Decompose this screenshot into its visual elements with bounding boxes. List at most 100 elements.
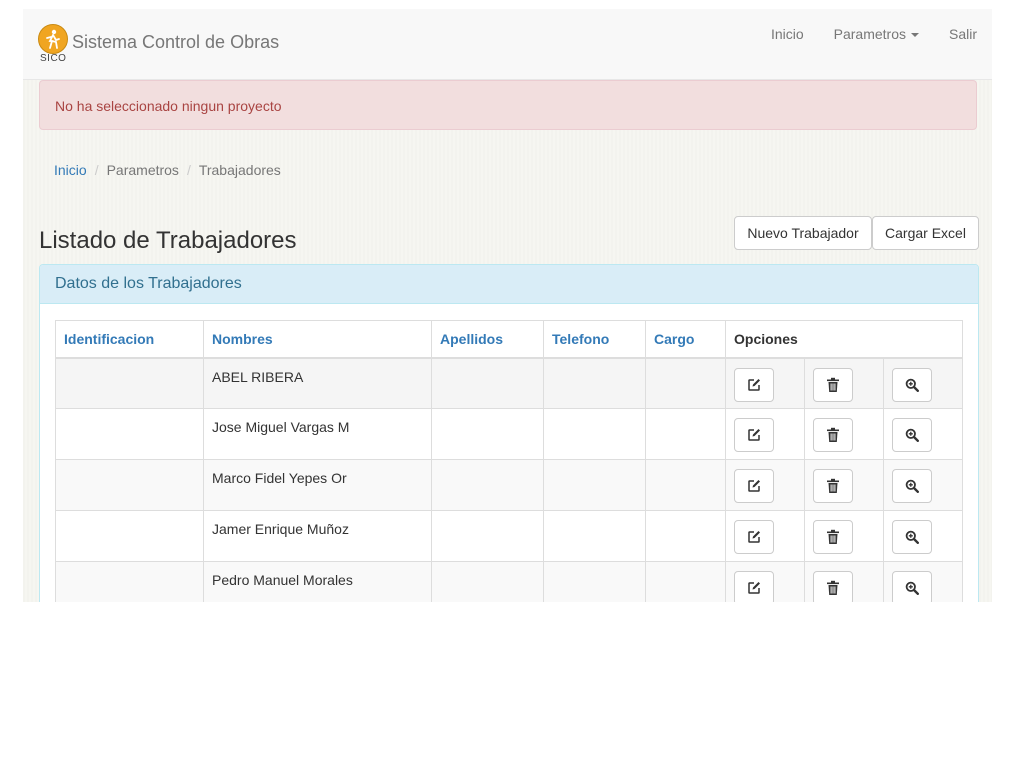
upload-excel-button[interactable]: Cargar Excel xyxy=(872,216,979,250)
trash-icon xyxy=(826,377,840,393)
panel-title: Datos de los Trabajadores xyxy=(40,265,978,304)
cell-option xyxy=(803,408,884,460)
cell-nombres: Jamer Enrique Muñoz xyxy=(203,510,432,562)
cell-apellidos xyxy=(431,408,544,460)
cell-nombres: Jose Miguel Vargas M xyxy=(203,408,432,460)
cell-option xyxy=(882,510,964,562)
view-button[interactable] xyxy=(891,469,932,503)
cell-cargo xyxy=(645,408,726,460)
view-button[interactable] xyxy=(891,367,932,402)
cell-nombres: ABEL RIBERA xyxy=(203,357,432,409)
cell-option xyxy=(725,357,805,409)
worker-logo-icon xyxy=(38,24,68,54)
trash-icon xyxy=(826,580,840,596)
cell-option xyxy=(725,408,805,460)
trash-icon xyxy=(826,427,840,443)
zoom-in-icon xyxy=(905,378,919,392)
zoom-in-icon xyxy=(905,530,919,544)
no-project-alert: No ha seleccionado ningun proyecto xyxy=(39,80,977,130)
zoom-in-icon xyxy=(905,479,919,493)
cell-nombres: Pedro Manuel Morales xyxy=(203,561,432,602)
nav-item-salir[interactable]: Salir xyxy=(934,9,992,59)
cell-identificacion xyxy=(55,561,204,602)
column-identificacion[interactable]: Identificacion xyxy=(55,320,204,359)
cell-telefono xyxy=(543,510,646,562)
cell-option xyxy=(725,459,805,511)
edit-icon xyxy=(747,479,761,493)
cell-apellidos xyxy=(431,510,544,562)
table-body: ABEL RIBERA Jose Miguel Vargas M Marco Fid… xyxy=(55,357,964,602)
delete-button[interactable] xyxy=(812,571,853,602)
view-button[interactable] xyxy=(891,418,932,452)
edit-button[interactable] xyxy=(734,367,774,402)
breadcrumb-separator: / xyxy=(186,162,191,178)
view-button[interactable] xyxy=(891,520,932,554)
cell-option xyxy=(882,561,964,602)
app-viewport: SICO Sistema Control de Obras Inicio Par… xyxy=(23,9,992,602)
delete-button[interactable] xyxy=(812,367,853,402)
table-row: ABEL RIBERA xyxy=(55,357,964,409)
cell-option xyxy=(882,408,964,460)
workers-table: Identificacion Nombres Apellidos Telefon… xyxy=(55,320,964,602)
zoom-in-icon xyxy=(905,428,919,442)
top-navbar: SICO Sistema Control de Obras Inicio Par… xyxy=(23,9,992,80)
edit-icon xyxy=(747,530,761,544)
cell-telefono xyxy=(543,459,646,511)
edit-icon xyxy=(747,428,761,442)
cell-cargo xyxy=(645,561,726,602)
breadcrumb-trabajadores: Trabajadores xyxy=(198,162,281,178)
delete-button[interactable] xyxy=(812,469,853,503)
workers-panel: Datos de los Trabajadores Identificacion… xyxy=(39,264,979,602)
breadcrumb: Inicio / Parametros / Trabajadores xyxy=(39,151,977,189)
breadcrumb-separator: / xyxy=(94,162,99,178)
brand[interactable]: SICO Sistema Control de Obras xyxy=(38,24,279,64)
cell-apellidos xyxy=(431,561,544,602)
column-nombres[interactable]: Nombres xyxy=(203,320,432,359)
nav-item-parametros[interactable]: Parametros xyxy=(819,9,934,59)
new-worker-button[interactable]: Nuevo Trabajador xyxy=(734,216,872,250)
cell-option xyxy=(803,561,884,602)
table-row: Marco Fidel Yepes Or xyxy=(55,459,964,511)
cell-cargo xyxy=(645,459,726,511)
cell-telefono xyxy=(543,561,646,602)
edit-button[interactable] xyxy=(734,469,774,503)
cell-nombres: Marco Fidel Yepes Or xyxy=(203,459,432,511)
caret-down-icon xyxy=(910,33,919,38)
breadcrumb-parametros: Parametros xyxy=(106,162,179,178)
edit-icon xyxy=(747,378,761,392)
cell-option xyxy=(803,510,884,562)
cell-option xyxy=(803,459,884,511)
table-header-row: Identificacion Nombres Apellidos Telefon… xyxy=(55,320,963,359)
table-row: Jamer Enrique Muñoz xyxy=(55,510,964,562)
table-row: Jose Miguel Vargas M xyxy=(55,408,964,460)
cell-apellidos xyxy=(431,357,544,409)
column-apellidos[interactable]: Apellidos xyxy=(431,320,544,359)
column-telefono[interactable]: Telefono xyxy=(543,320,646,359)
cell-option xyxy=(725,510,805,562)
cell-cargo xyxy=(645,357,726,409)
edit-button[interactable] xyxy=(734,418,774,452)
breadcrumb-inicio-link[interactable]: Inicio xyxy=(54,162,87,178)
nav-menu: Inicio Parametros Salir xyxy=(756,9,992,59)
trash-icon xyxy=(826,478,840,494)
trash-icon xyxy=(826,529,840,545)
delete-button[interactable] xyxy=(812,520,853,554)
edit-button[interactable] xyxy=(734,520,774,554)
cell-option xyxy=(803,357,884,409)
logo-subtitle: SICO xyxy=(40,53,67,64)
edit-button[interactable] xyxy=(734,571,774,602)
view-button[interactable] xyxy=(891,571,932,602)
nav-item-inicio[interactable]: Inicio xyxy=(756,9,819,59)
cell-identificacion xyxy=(55,510,204,562)
delete-button[interactable] xyxy=(812,418,853,452)
page-title: Listado de Trabajadores xyxy=(39,227,297,254)
cell-option xyxy=(882,459,964,511)
brand-title[interactable]: Sistema Control de Obras xyxy=(72,32,279,53)
cell-telefono xyxy=(543,408,646,460)
cell-identificacion xyxy=(55,408,204,460)
nav-item-parametros-label: Parametros xyxy=(833,26,906,42)
cell-telefono xyxy=(543,357,646,409)
column-cargo[interactable]: Cargo xyxy=(645,320,726,359)
cell-apellidos xyxy=(431,459,544,511)
cell-option xyxy=(725,561,805,602)
